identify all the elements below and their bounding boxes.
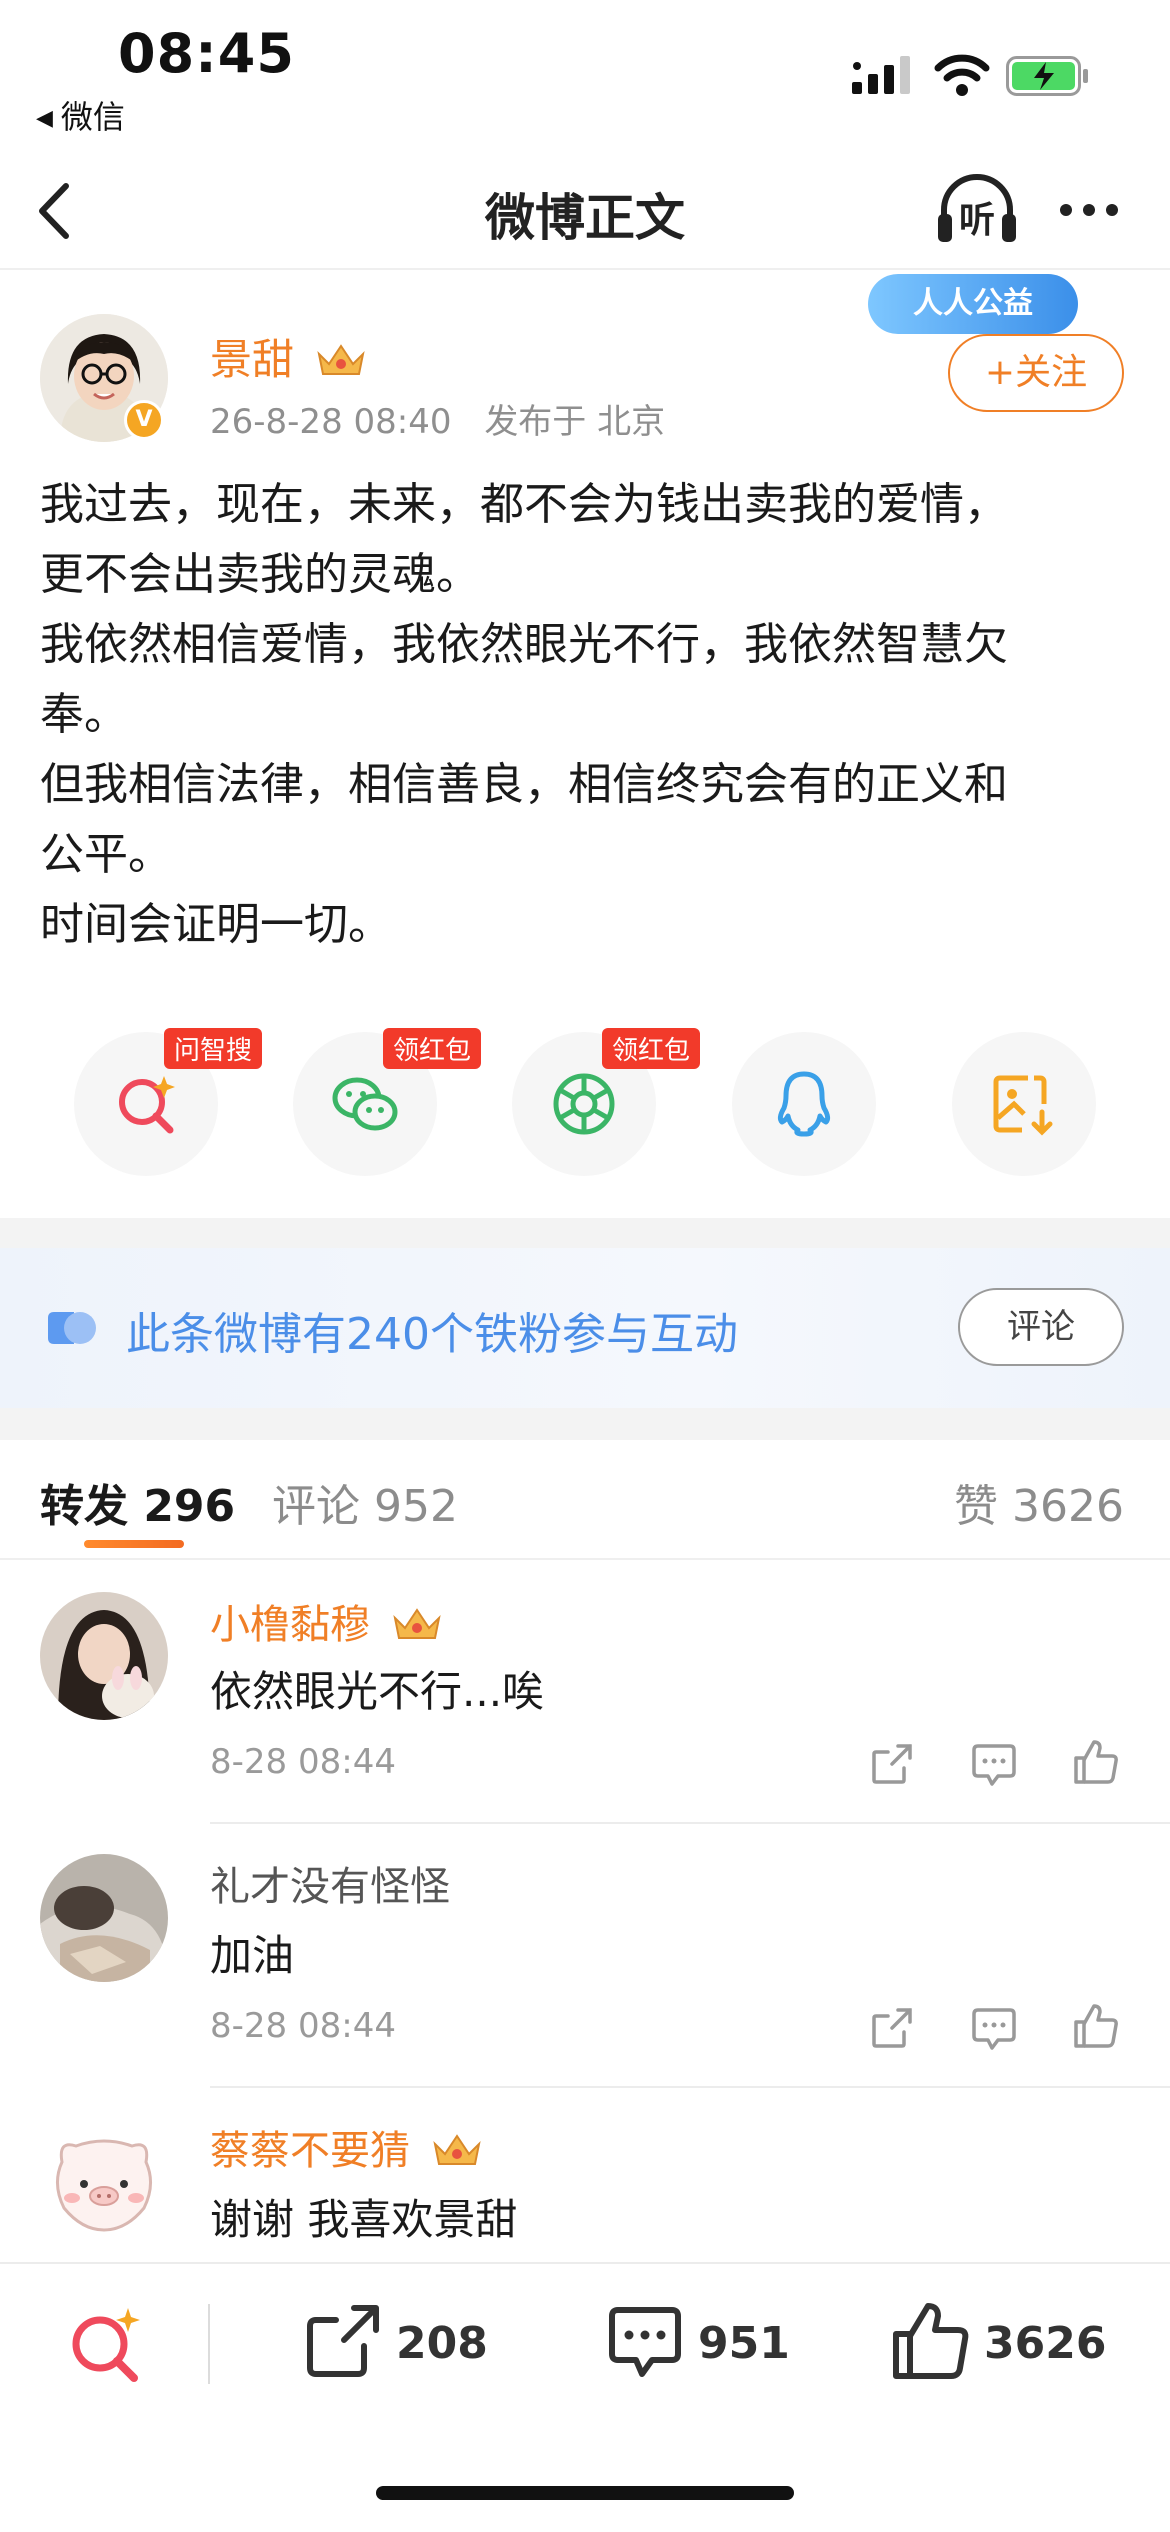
save-image-button[interactable]	[952, 1032, 1096, 1176]
moments-icon	[553, 1073, 615, 1135]
like-icon[interactable]	[1072, 1738, 1120, 1786]
commenter-avatar[interactable]	[40, 1854, 168, 1982]
verified-badge-icon: V	[124, 400, 164, 440]
commenter-name[interactable]: 礼才没有怪怪	[210, 1854, 450, 1912]
commenter-name[interactable]: 小橹黏穆	[210, 1592, 443, 1650]
post-line: 更不会出卖我的灵魂。	[40, 549, 480, 600]
commenter-avatar[interactable]	[40, 1592, 168, 1720]
qq-icon	[777, 1071, 831, 1137]
like-icon[interactable]	[1072, 2002, 1120, 2050]
like-icon	[893, 2303, 969, 2379]
cellular-signal-icon	[852, 56, 910, 94]
comment-divider	[210, 2086, 1170, 2088]
listen-label: 听	[959, 200, 995, 241]
fan-banner-inner: 此条微博有240个铁粉参与互动 评论	[0, 1248, 1170, 1408]
post-location: 发布于 北京	[484, 402, 666, 442]
comment-divider	[210, 1822, 1170, 1824]
share-qq-button[interactable]	[732, 1032, 876, 1176]
post-date: 26-8-28 08:40	[210, 402, 452, 442]
post-line: 我依然相信爱情，我依然眼光不行，我依然智慧欠	[40, 619, 1008, 670]
interaction-tabs: 转发 296 评论 952 赞 3626	[0, 1440, 1170, 1560]
fan-banner-text: 此条微博有240个铁粉参与互动	[126, 1309, 738, 1360]
wechat-icon	[332, 1077, 398, 1131]
back-to-app-link[interactable]: ◀ 微信	[36, 92, 125, 138]
commenter-avatar[interactable]	[40, 2118, 168, 2246]
share-row: 问智搜 领红包 领红包	[74, 1028, 1096, 1182]
toolbar-like-count: 3626	[984, 2318, 1107, 2369]
post-line: 时间会证明一切。	[40, 899, 392, 950]
comment-time: 8-28 08:44	[210, 2006, 396, 2046]
share-wechat-button[interactable]: 领红包	[293, 1028, 482, 1176]
battery-charging-icon	[1006, 56, 1088, 96]
home-indicator[interactable]	[376, 2486, 794, 2500]
comment-text: 谢谢 我喜欢景甜	[210, 2195, 518, 2244]
commenter-name-text: 蔡蔡不要猜	[210, 2128, 410, 2174]
fan-badge-icon	[48, 1312, 96, 1344]
toolbar-separator	[208, 2304, 210, 2384]
post-line: 公平。	[40, 829, 172, 880]
share-moments-button[interactable]: 领红包	[512, 1028, 701, 1176]
nav-bar: 微博正文 听	[0, 150, 1170, 270]
comment-icon[interactable]	[970, 1740, 1018, 1788]
back-app-label: 微信	[60, 98, 125, 136]
comment-time: 8-28 08:44	[210, 1742, 396, 1782]
share-tag: 领红包	[602, 1028, 701, 1069]
tab-comment[interactable]: 评论 952	[272, 1470, 458, 1534]
repost-icon[interactable]	[868, 2004, 916, 2052]
more-dots-icon[interactable]	[1054, 180, 1124, 240]
crown-icon	[433, 2134, 481, 2165]
fan-comment-button[interactable]: 评论	[958, 1288, 1124, 1366]
follow-button[interactable]: +关注	[948, 334, 1124, 412]
headphone-icon[interactable]: 听	[934, 170, 1020, 250]
share-tag: 领红包	[383, 1028, 482, 1069]
post-meta: 26-8-28 08:40 发布于 北京	[210, 394, 665, 443]
fan-interaction-banner: 此条微博有240个铁粉参与互动 评论	[0, 1218, 1170, 1440]
post-line: 我过去，现在，未来，都不会为钱出卖我的爱情，	[40, 479, 1008, 530]
toolbar-comment-count: 951	[698, 2318, 790, 2369]
comment-icon[interactable]	[970, 2004, 1018, 2052]
author-name[interactable]: 景甜	[210, 326, 367, 387]
post-content: 我过去，现在，未来，都不会为钱出卖我的爱情， 更不会出卖我的灵魂。 我依然相信爱…	[40, 470, 1130, 960]
q-search-icon	[119, 1076, 175, 1134]
commenter-name[interactable]: 蔡蔡不要猜	[210, 2118, 483, 2176]
toolbar-repost-count: 208	[396, 2318, 488, 2369]
active-tab-indicator	[84, 1540, 184, 1548]
status-time: 08:45	[118, 22, 295, 85]
crown-icon	[317, 344, 366, 375]
crown-icon	[393, 1608, 441, 1639]
share-ask-search-button[interactable]: 问智搜	[74, 1028, 263, 1176]
share-tag: 问智搜	[164, 1028, 263, 1069]
comment-icon	[609, 2307, 681, 2377]
status-bar: 08:45 ◀ 微信	[0, 0, 1170, 140]
author-name-text: 景甜	[210, 335, 295, 384]
wifi-icon	[934, 54, 990, 96]
q-search-icon[interactable]	[64, 2302, 148, 2386]
tab-like[interactable]: 赞 3626	[954, 1470, 1124, 1534]
post-line: 但我相信法律，相信善良，相信终究会有的正义和	[40, 759, 1008, 810]
commenter-name-text: 小橹黏穆	[210, 1602, 370, 1648]
save-image-icon	[993, 1075, 1053, 1136]
charity-badge[interactable]: 人人公益	[868, 274, 1078, 334]
back-triangle-icon: ◀	[36, 106, 53, 131]
post-line: 奉。	[40, 689, 128, 740]
repost-icon[interactable]	[868, 1740, 916, 1788]
comment-text: 依然眼光不行...唉	[210, 1667, 545, 1716]
comment-text: 加油	[210, 1931, 295, 1980]
tab-repost[interactable]: 转发 296	[40, 1470, 235, 1534]
repost-icon	[307, 2305, 379, 2377]
